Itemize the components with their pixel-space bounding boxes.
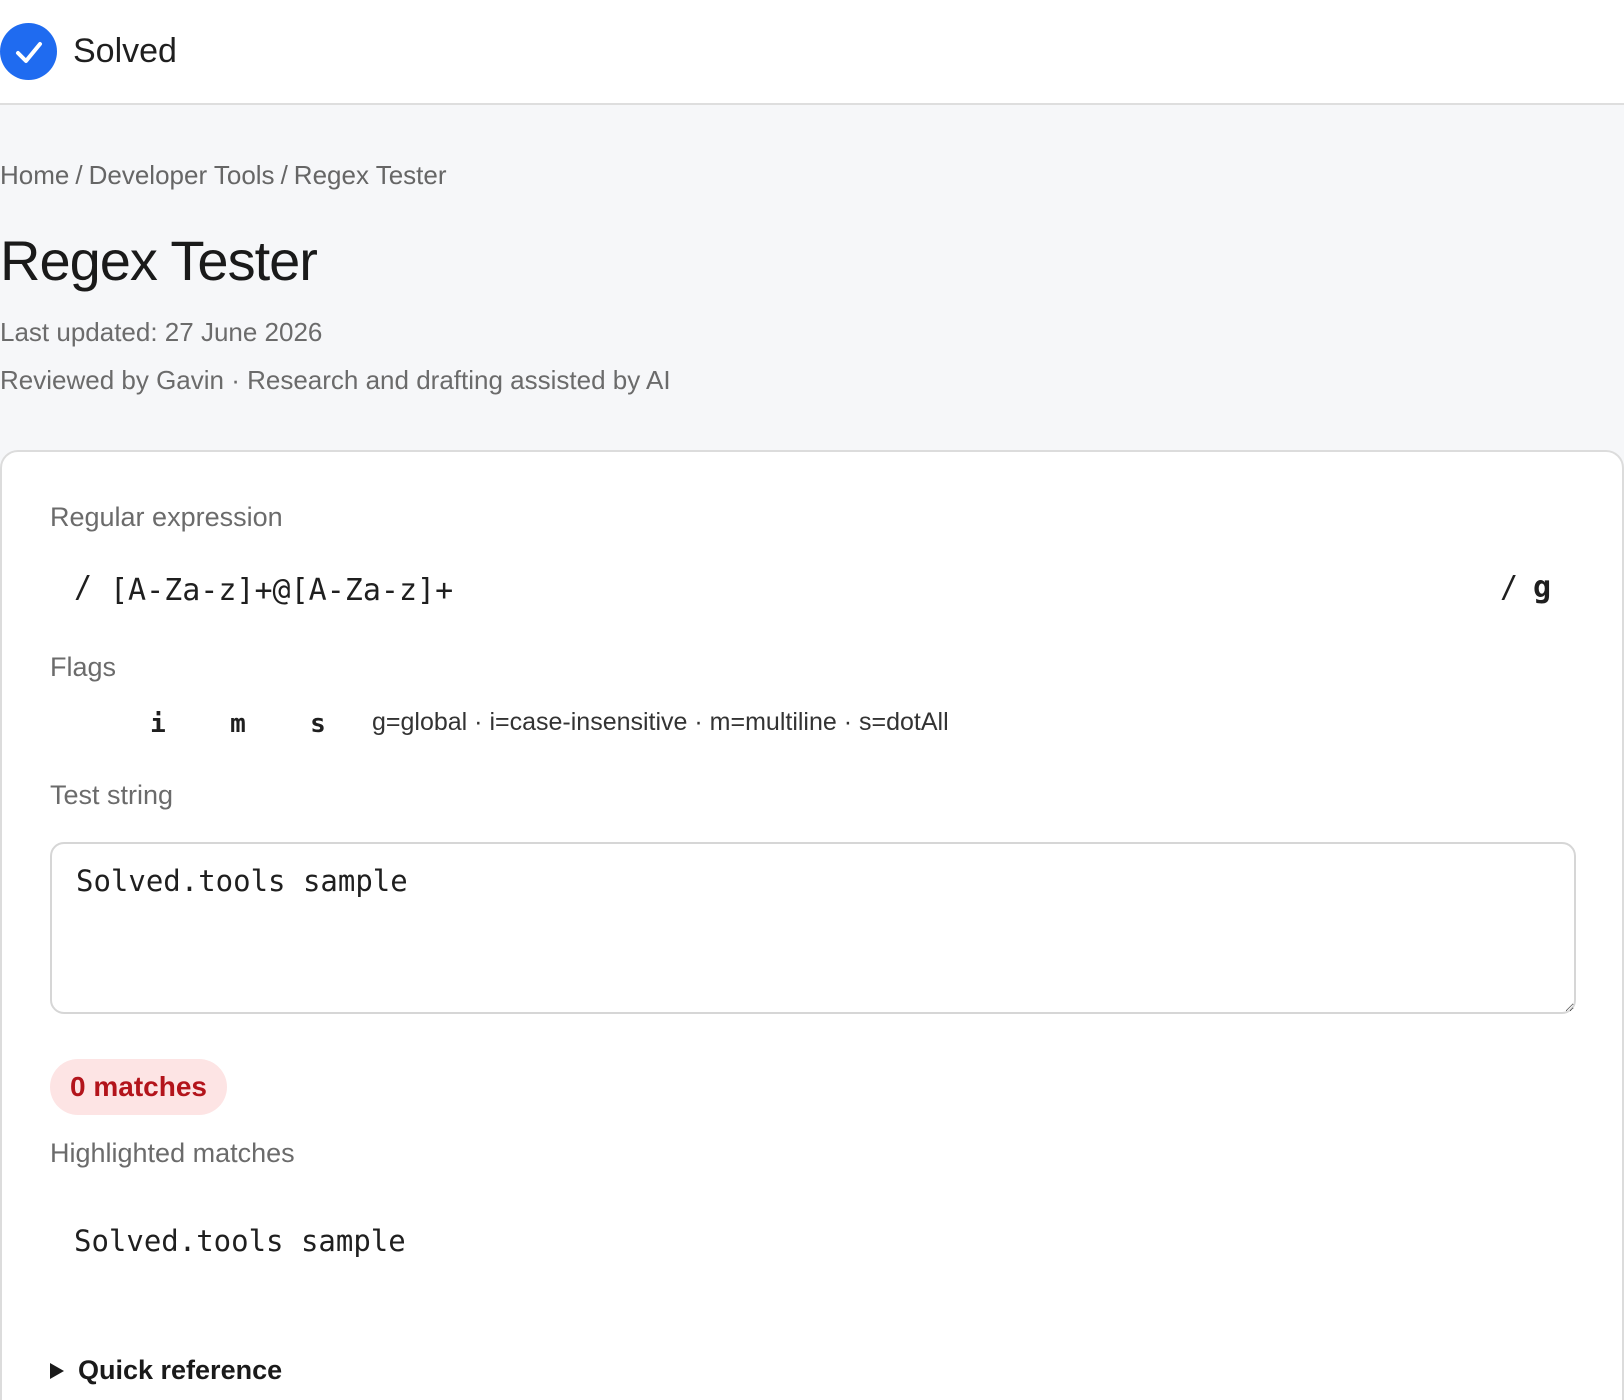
flag-s-toggle[interactable]: s [290,702,346,746]
top-bar: Solved [0,0,1624,105]
regex-pattern-input[interactable] [106,562,1426,618]
active-flags-display: g [1533,570,1552,605]
check-circle-icon [0,23,57,80]
breadcrumb: Home / Developer Tools / Regex Tester [0,160,447,191]
regex-tester-card: Regular expression / / g Flags i m s g=g… [0,450,1624,1400]
review-credit: Reviewed by Gavin · Research and draftin… [0,365,671,395]
quick-reference-label: Quick reference [78,1355,283,1385]
flag-i-toggle[interactable]: i [130,702,186,746]
breadcrumb-separator: / [280,160,288,190]
breadcrumb-separator: / [75,160,83,190]
highlighted-matches-label: Highlighted matches [50,1138,295,1168]
breadcrumb-home[interactable]: Home [0,160,69,190]
last-updated: Last updated: 27 June 2026 [0,317,323,347]
flags-legend: g=global · i=case-insensitive · m=multil… [372,708,949,736]
quick-reference-toggle[interactable]: Quick reference [50,1355,282,1386]
brand[interactable]: Solved [0,23,177,80]
brand-name: Solved [73,32,177,70]
regex-open-slash: / [74,570,93,605]
breadcrumb-developer-tools[interactable]: Developer Tools [89,160,275,190]
flag-m-toggle[interactable]: m [210,702,266,746]
regex-row: / / g [50,562,1576,618]
highlighted-matches-output: Solved.tools sample [74,1224,406,1258]
regex-label: Regular expression [50,502,283,532]
match-count-badge: 0 matches [50,1059,227,1115]
flags-label: Flags [50,652,117,682]
test-string-input[interactable]: Solved.tools sample [50,842,1576,1014]
test-string-label: Test string [50,780,174,810]
page-title: Regex Tester [0,229,318,292]
disclosure-triangle-icon [50,1362,64,1379]
breadcrumb-current: Regex Tester [293,160,447,190]
flags-row: i m s g=global · i=case-insensitive · m=… [50,702,1550,746]
regex-close-slash: / [1500,570,1519,605]
